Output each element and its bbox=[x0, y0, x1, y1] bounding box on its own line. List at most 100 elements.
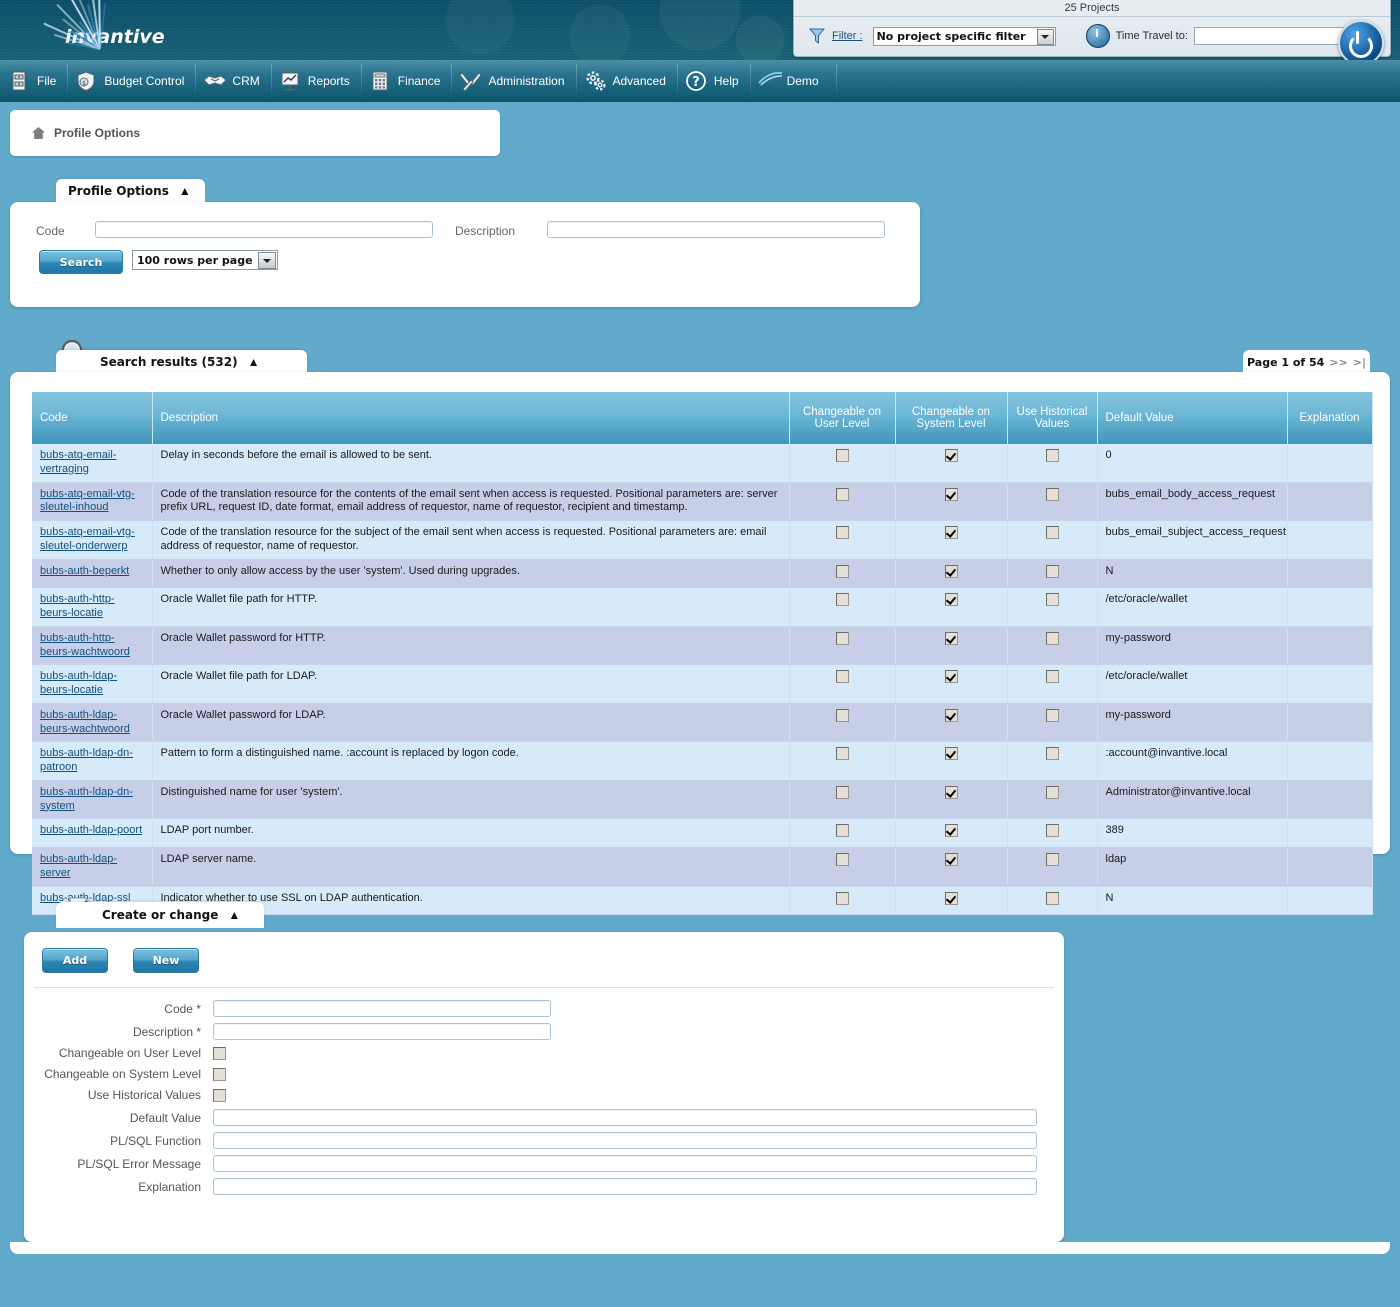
checkbox[interactable] bbox=[944, 526, 958, 539]
code-link[interactable]: bubs-auth-ldap-beurs-locatie bbox=[40, 670, 117, 696]
checkbox[interactable] bbox=[1045, 891, 1059, 905]
checkbox[interactable] bbox=[835, 564, 849, 578]
checkbox[interactable] bbox=[1045, 593, 1059, 607]
file-cabinet-icon bbox=[8, 70, 30, 92]
code-link[interactable]: bubs-atq-email-vtg-sleutel-inhoud bbox=[40, 488, 135, 514]
checkbox[interactable] bbox=[944, 449, 958, 462]
checkbox[interactable] bbox=[944, 747, 958, 761]
chevron-down-icon[interactable] bbox=[1036, 28, 1054, 45]
rows-per-page-select[interactable]: 100 rows per page bbox=[132, 250, 278, 270]
checkbox[interactable] bbox=[835, 824, 849, 838]
checkbox[interactable] bbox=[944, 631, 958, 645]
checkbox[interactable] bbox=[944, 708, 958, 722]
checkbox[interactable] bbox=[835, 449, 849, 462]
checkbox[interactable] bbox=[1045, 785, 1059, 799]
column-header-changeable-user-level[interactable]: Changeable on User Level bbox=[789, 392, 896, 444]
column-header-code[interactable]: Code bbox=[32, 392, 153, 444]
checkbox[interactable] bbox=[1045, 670, 1059, 684]
form-text-input[interactable] bbox=[213, 1023, 551, 1040]
column-header-description[interactable]: Description bbox=[152, 392, 790, 444]
checkbox[interactable] bbox=[835, 785, 849, 799]
checkbox[interactable] bbox=[944, 785, 958, 799]
checkbox[interactable] bbox=[1045, 824, 1059, 838]
search-description-input[interactable] bbox=[547, 221, 885, 238]
menu-item-budget-control[interactable]: $ Budget Control bbox=[67, 60, 195, 102]
next-page-button[interactable]: >> bbox=[1329, 356, 1347, 369]
form-checkbox[interactable] bbox=[213, 1067, 226, 1081]
form-text-input[interactable] bbox=[213, 1000, 551, 1017]
time-travel-input[interactable] bbox=[1193, 27, 1354, 45]
checkbox[interactable] bbox=[1045, 747, 1059, 761]
tab-search-results[interactable]: Search results (532) ▲ bbox=[56, 350, 307, 374]
checkbox[interactable] bbox=[1045, 526, 1059, 539]
menu-item-administration[interactable]: Administration bbox=[451, 60, 575, 102]
home-icon[interactable] bbox=[32, 127, 45, 139]
checkbox[interactable] bbox=[944, 487, 958, 501]
code-link[interactable]: bubs-atq-email-vertraging bbox=[40, 449, 116, 475]
checkbox[interactable] bbox=[944, 891, 958, 905]
checkbox[interactable] bbox=[835, 853, 849, 866]
checkbox[interactable] bbox=[944, 564, 958, 578]
checkbox[interactable] bbox=[835, 526, 849, 539]
code-link[interactable]: bubs-atq-email-vtg-sleutel-onderwerp bbox=[40, 526, 135, 552]
code-link[interactable]: bubs-auth-beperkt bbox=[40, 565, 129, 577]
chevron-down-icon[interactable] bbox=[258, 252, 276, 269]
form-checkbox[interactable] bbox=[213, 1088, 226, 1102]
code-link[interactable]: bubs-auth-http-beurs-wachtwoord bbox=[40, 632, 130, 658]
search-button[interactable]: Search bbox=[39, 250, 123, 274]
cell-description: Pattern to form a distinguished name. :a… bbox=[152, 741, 790, 781]
checkbox[interactable] bbox=[835, 593, 849, 607]
menu-item-help[interactable]: ? Help bbox=[676, 60, 750, 102]
checkbox[interactable] bbox=[835, 670, 849, 684]
checkbox[interactable] bbox=[944, 593, 958, 607]
form-text-input[interactable] bbox=[213, 1155, 1037, 1172]
chevron-up-icon[interactable]: ▲ bbox=[228, 909, 240, 921]
menu-item-finance[interactable]: Finance bbox=[360, 60, 452, 102]
checkbox[interactable] bbox=[944, 670, 958, 684]
checkbox[interactable] bbox=[835, 747, 849, 761]
form-text-input[interactable] bbox=[213, 1132, 1037, 1149]
column-header-default-value[interactable]: Default Value bbox=[1097, 392, 1288, 444]
filter-link[interactable]: Filter : bbox=[832, 30, 863, 42]
tab-create-or-change[interactable]: Create or change ▲ bbox=[56, 902, 264, 928]
search-code-input[interactable] bbox=[95, 221, 433, 238]
form-row: Changeable on System Level bbox=[26, 1067, 1064, 1081]
checkbox[interactable] bbox=[1045, 487, 1059, 501]
code-link[interactable]: bubs-auth-http-beurs-locatie bbox=[40, 593, 115, 619]
code-link[interactable]: bubs-auth-ldap-dn-patroon bbox=[40, 747, 133, 773]
checkbox[interactable] bbox=[1045, 708, 1059, 722]
code-link[interactable]: bubs-auth-ldap-beurs-wachtwoord bbox=[40, 709, 130, 735]
column-header-explanation[interactable]: Explanation bbox=[1287, 392, 1373, 444]
add-button[interactable]: Add bbox=[42, 948, 108, 973]
checkbox[interactable] bbox=[1045, 449, 1059, 462]
column-header-use-historical-values[interactable]: Use Historical Values bbox=[1007, 392, 1098, 444]
code-link[interactable]: bubs-auth-ldap-server bbox=[40, 853, 117, 879]
checkbox[interactable] bbox=[835, 487, 849, 501]
column-header-changeable-system-level[interactable]: Changeable on System Level bbox=[895, 392, 1008, 444]
checkbox[interactable] bbox=[835, 708, 849, 722]
menu-item-reports[interactable]: Reports bbox=[270, 60, 361, 102]
form-checkbox[interactable] bbox=[213, 1046, 226, 1060]
checkbox[interactable] bbox=[1045, 631, 1059, 645]
chevron-up-icon[interactable]: ▲ bbox=[248, 356, 260, 368]
code-link[interactable]: bubs-auth-ldap-dn-system bbox=[40, 786, 133, 812]
code-link[interactable]: bubs-auth-ldap-poort bbox=[40, 824, 142, 836]
new-button[interactable]: New bbox=[133, 948, 199, 973]
menu-item-file[interactable]: File bbox=[0, 60, 67, 102]
form-text-input[interactable] bbox=[213, 1109, 1037, 1126]
chevron-up-icon[interactable]: ▲ bbox=[179, 185, 191, 197]
checkbox[interactable] bbox=[944, 853, 958, 866]
cell-changeable-system-level bbox=[895, 741, 1008, 781]
checkbox[interactable] bbox=[1045, 853, 1059, 866]
project-filter-select[interactable]: No project specific filter bbox=[872, 26, 1056, 46]
checkbox[interactable] bbox=[1045, 564, 1059, 578]
menu-item-demo[interactable]: Demo bbox=[749, 60, 830, 102]
menu-item-advanced[interactable]: Advanced bbox=[575, 60, 677, 102]
last-page-button[interactable]: >| bbox=[1353, 356, 1366, 369]
checkbox[interactable] bbox=[835, 631, 849, 645]
menu-item-crm[interactable]: CRM bbox=[195, 60, 270, 102]
checkbox[interactable] bbox=[835, 891, 849, 905]
form-text-input[interactable] bbox=[213, 1178, 1037, 1195]
tab-profile-options[interactable]: Profile Options ▲ bbox=[56, 179, 205, 203]
checkbox[interactable] bbox=[944, 824, 958, 838]
